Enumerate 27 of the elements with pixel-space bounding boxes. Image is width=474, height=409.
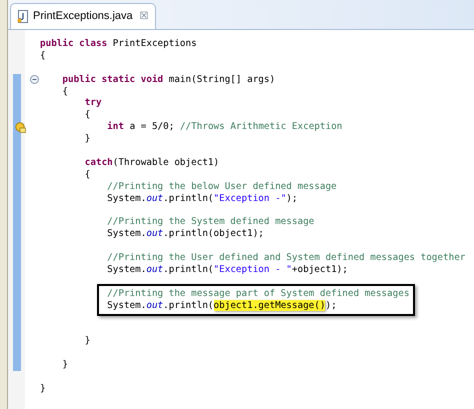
tab-title: PrintExceptions.java	[33, 9, 133, 24]
code-line: }	[84, 133, 90, 146]
code-line: {	[40, 50, 46, 62]
tab-close-button[interactable]: ☒	[140, 12, 149, 22]
code-line: //Printing the User defined and System defined messages together	[106, 252, 466, 264]
code-line: System.out.println(object1);	[106, 228, 264, 240]
code-line: System.out.println("Exception - "+object1);	[106, 264, 348, 276]
code-line: {	[61, 86, 68, 98]
code-line: {	[84, 109, 90, 122]
code-line: {	[84, 168, 90, 181]
code-line: //Printing the System defined message	[106, 216, 314, 228]
code-line: }	[40, 382, 46, 395]
editor-tab[interactable]: PrintExceptions.java ☒	[10, 3, 156, 29]
code-line: //Printing the message part of System defined messages	[106, 288, 410, 300]
code-line: System.out.println(object1.getMessage());	[106, 300, 337, 312]
warning-icon	[15, 122, 26, 133]
code-line: try	[84, 97, 102, 110]
code-line: public class PrintExceptions	[40, 38, 197, 50]
code-line: }	[84, 335, 90, 348]
code-line: //Printing the below User defined message	[106, 180, 337, 193]
code-line: }	[61, 359, 68, 371]
java-file-icon	[17, 10, 29, 23]
collapse-icon[interactable]	[30, 75, 39, 84]
code-line: catch(Throwable object1)	[84, 156, 220, 169]
code-line: System.out.println("Exception -");	[106, 192, 298, 204]
code-line: int a = 5/0; //Throws Arithmetic Exception	[106, 121, 342, 134]
code-line: public static void main(String[] args)	[61, 74, 276, 86]
